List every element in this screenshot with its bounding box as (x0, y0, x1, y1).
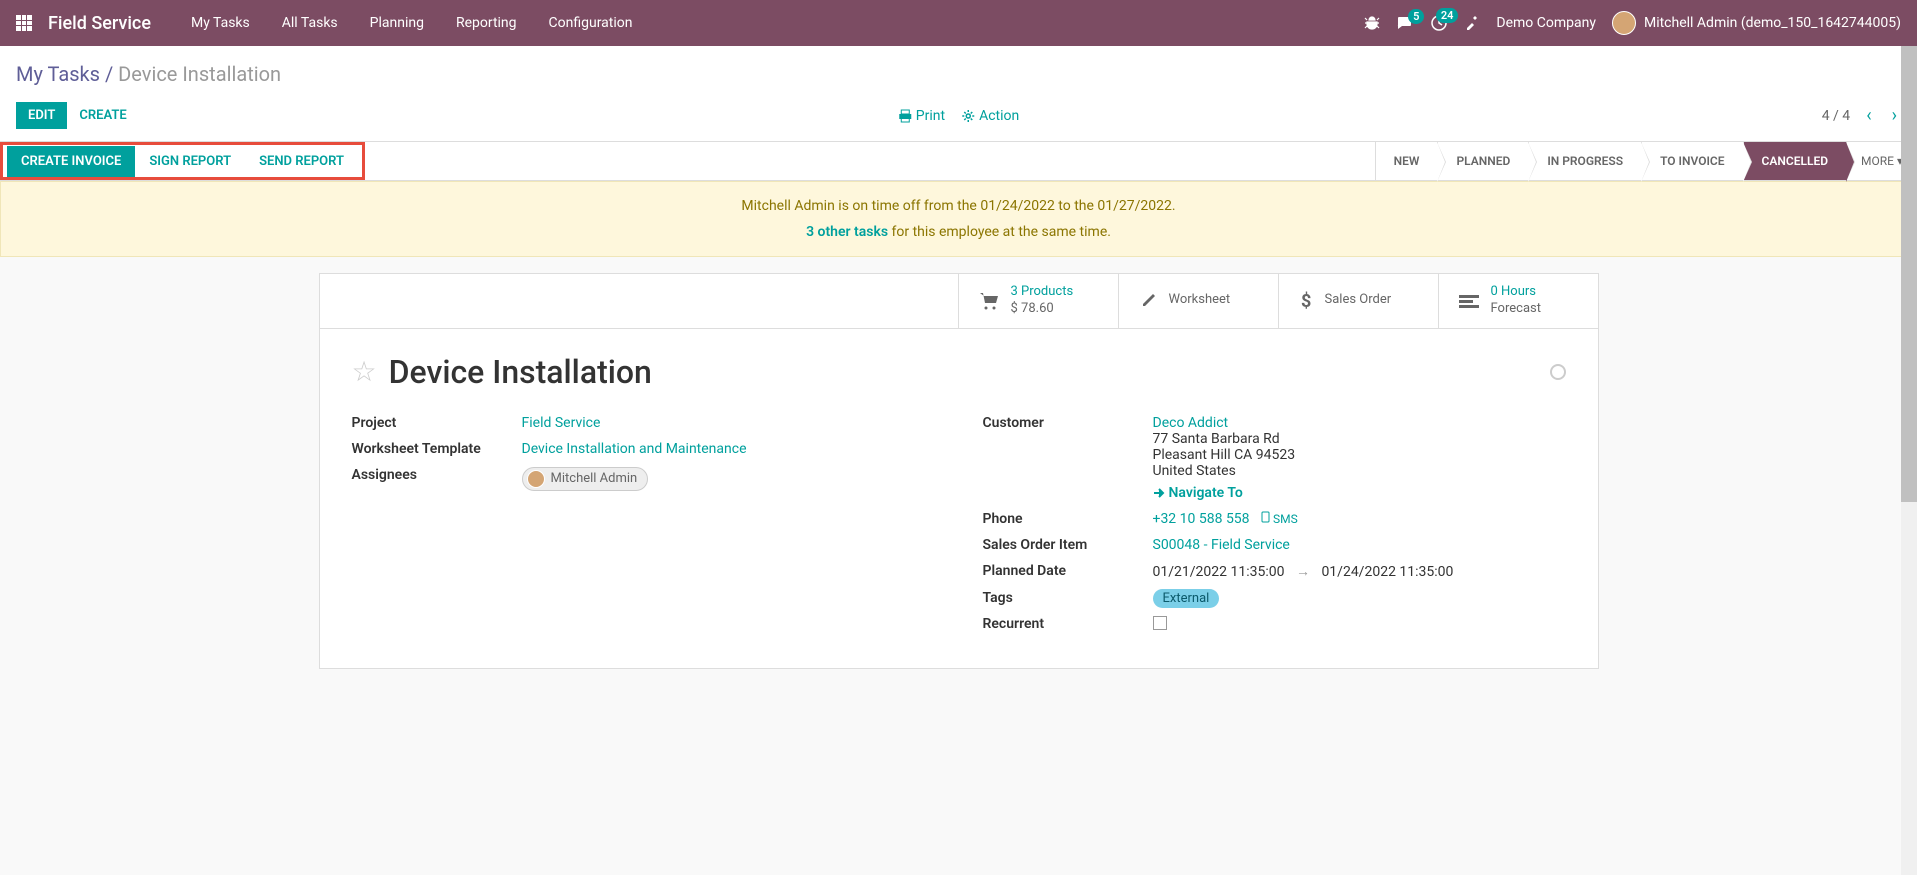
customer-link[interactable]: Deco Addict (1153, 415, 1229, 431)
stat-products[interactable]: 3 Products$ 78.60 (958, 274, 1118, 328)
dollar-icon: $ (1299, 291, 1313, 311)
pager-prev[interactable]: ‹ (1862, 105, 1875, 126)
label-project: Project (352, 415, 522, 431)
cart-icon (979, 292, 999, 310)
create-invoice-button[interactable]: Create Invoice (7, 146, 135, 177)
breadcrumb-current: Device Installation (118, 62, 281, 86)
form-sheet: 3 Products$ 78.60 Worksheet $ Sales Orde… (319, 273, 1599, 669)
customer-addr2: Pleasant Hill CA 94523 (1153, 447, 1296, 463)
bars-icon (1459, 293, 1479, 309)
other-tasks-link[interactable]: 3 other tasks (806, 224, 888, 240)
assignee-tag[interactable]: Mitchell Admin (522, 467, 649, 491)
tools-icon[interactable] (1464, 15, 1480, 31)
star-icon[interactable]: ☆ (352, 355, 377, 388)
alert-banner: Mitchell Admin is on time off from the 0… (0, 181, 1917, 257)
customer-country: United States (1153, 463, 1236, 479)
stat-hours[interactable]: 0 HoursForecast (1438, 274, 1598, 328)
main-menu: My Tasks All Tasks Planning Reporting Co… (175, 0, 649, 46)
user-name: Mitchell Admin (demo_150_1642744005) (1644, 15, 1901, 31)
label-worksheet-template: Worksheet Template (352, 441, 522, 457)
menu-planning[interactable]: Planning (354, 0, 440, 46)
pager-text: 4 / 4 (1822, 108, 1850, 124)
pencil-icon (1139, 292, 1157, 310)
sms-link[interactable]: SMS (1261, 512, 1298, 526)
user-avatar (1612, 11, 1636, 35)
alert-line1: Mitchell Admin is on time off from the 0… (17, 198, 1900, 214)
company-selector[interactable]: Demo Company (1496, 15, 1596, 31)
status-to-invoice[interactable]: TO INVOICE (1641, 142, 1742, 180)
stat-sales-order[interactable]: $ Sales Order (1278, 274, 1438, 328)
status-bar: NEW PLANNED IN PROGRESS TO INVOICE CANCE… (1375, 142, 1917, 180)
edit-button[interactable]: Edit (16, 102, 67, 129)
customer-addr1: 77 Santa Barbara Rd (1153, 431, 1280, 447)
user-menu[interactable]: Mitchell Admin (demo_150_1642744005) (1612, 11, 1901, 35)
navigate-to-link[interactable]: Navigate To (1153, 485, 1566, 501)
sign-report-button[interactable]: Sign Report (135, 146, 245, 177)
scrollbar[interactable] (1901, 46, 1917, 875)
phone-link[interactable]: +32 10 588 558 (1153, 511, 1250, 527)
menu-configuration[interactable]: Configuration (533, 0, 649, 46)
task-title: Device Installation (389, 353, 652, 391)
label-planned-date: Planned Date (983, 563, 1153, 580)
status-in-progress[interactable]: IN PROGRESS (1528, 142, 1641, 180)
highlighted-actions: Create Invoice Sign Report Send Report (0, 142, 365, 180)
print-button[interactable]: Print (898, 108, 945, 124)
breadcrumb-parent[interactable]: My Tasks (16, 62, 100, 86)
stat-worksheet[interactable]: Worksheet (1118, 274, 1278, 328)
action-button[interactable]: Action (961, 108, 1019, 124)
label-customer: Customer (983, 415, 1153, 501)
arrow-right-icon (1153, 487, 1165, 499)
assignee-avatar (527, 470, 545, 488)
label-sales-order-item: Sales Order Item (983, 537, 1153, 553)
status-new[interactable]: NEW (1375, 142, 1438, 180)
label-recurrent: Recurrent (983, 616, 1153, 634)
send-report-button[interactable]: Send Report (245, 146, 358, 177)
worksheet-template-link[interactable]: Device Installation and Maintenance (522, 441, 747, 457)
date-from: 01/21/2022 11:35:00 (1153, 564, 1285, 580)
activity-badge: 24 (1436, 8, 1459, 23)
pager-next[interactable]: › (1888, 105, 1901, 126)
gear-icon (961, 109, 975, 123)
messages-badge: 5 (1408, 9, 1424, 24)
tag-external: External (1153, 589, 1220, 608)
recurrent-checkbox[interactable] (1153, 616, 1167, 630)
bug-icon[interactable] (1364, 15, 1380, 31)
app-name: Field Service (48, 13, 151, 34)
arrow-right-icon: → (1296, 564, 1310, 580)
label-tags: Tags (983, 590, 1153, 606)
label-phone: Phone (983, 511, 1153, 527)
menu-reporting[interactable]: Reporting (440, 0, 533, 46)
messages-icon[interactable]: 5 (1396, 15, 1414, 31)
label-assignees: Assignees (352, 467, 522, 492)
sales-order-link[interactable]: S00048 - Field Service (1153, 537, 1290, 553)
mobile-icon (1261, 511, 1270, 523)
date-to: 01/24/2022 11:35:00 (1321, 564, 1453, 580)
activity-icon[interactable]: 24 (1430, 14, 1448, 32)
color-dot[interactable] (1550, 364, 1566, 380)
svg-text:$: $ (1301, 291, 1311, 311)
menu-all-tasks[interactable]: All Tasks (266, 0, 354, 46)
status-cancelled[interactable]: CANCELLED (1743, 142, 1847, 180)
breadcrumb: My Tasks / Device Installation (16, 62, 1901, 86)
project-link[interactable]: Field Service (522, 415, 601, 431)
create-button[interactable]: Create (67, 102, 138, 129)
apps-icon[interactable] (16, 15, 32, 31)
print-icon (898, 109, 912, 123)
status-planned[interactable]: PLANNED (1437, 142, 1528, 180)
menu-my-tasks[interactable]: My Tasks (175, 0, 266, 46)
alert-line2: for this employee at the same time. (888, 224, 1111, 240)
